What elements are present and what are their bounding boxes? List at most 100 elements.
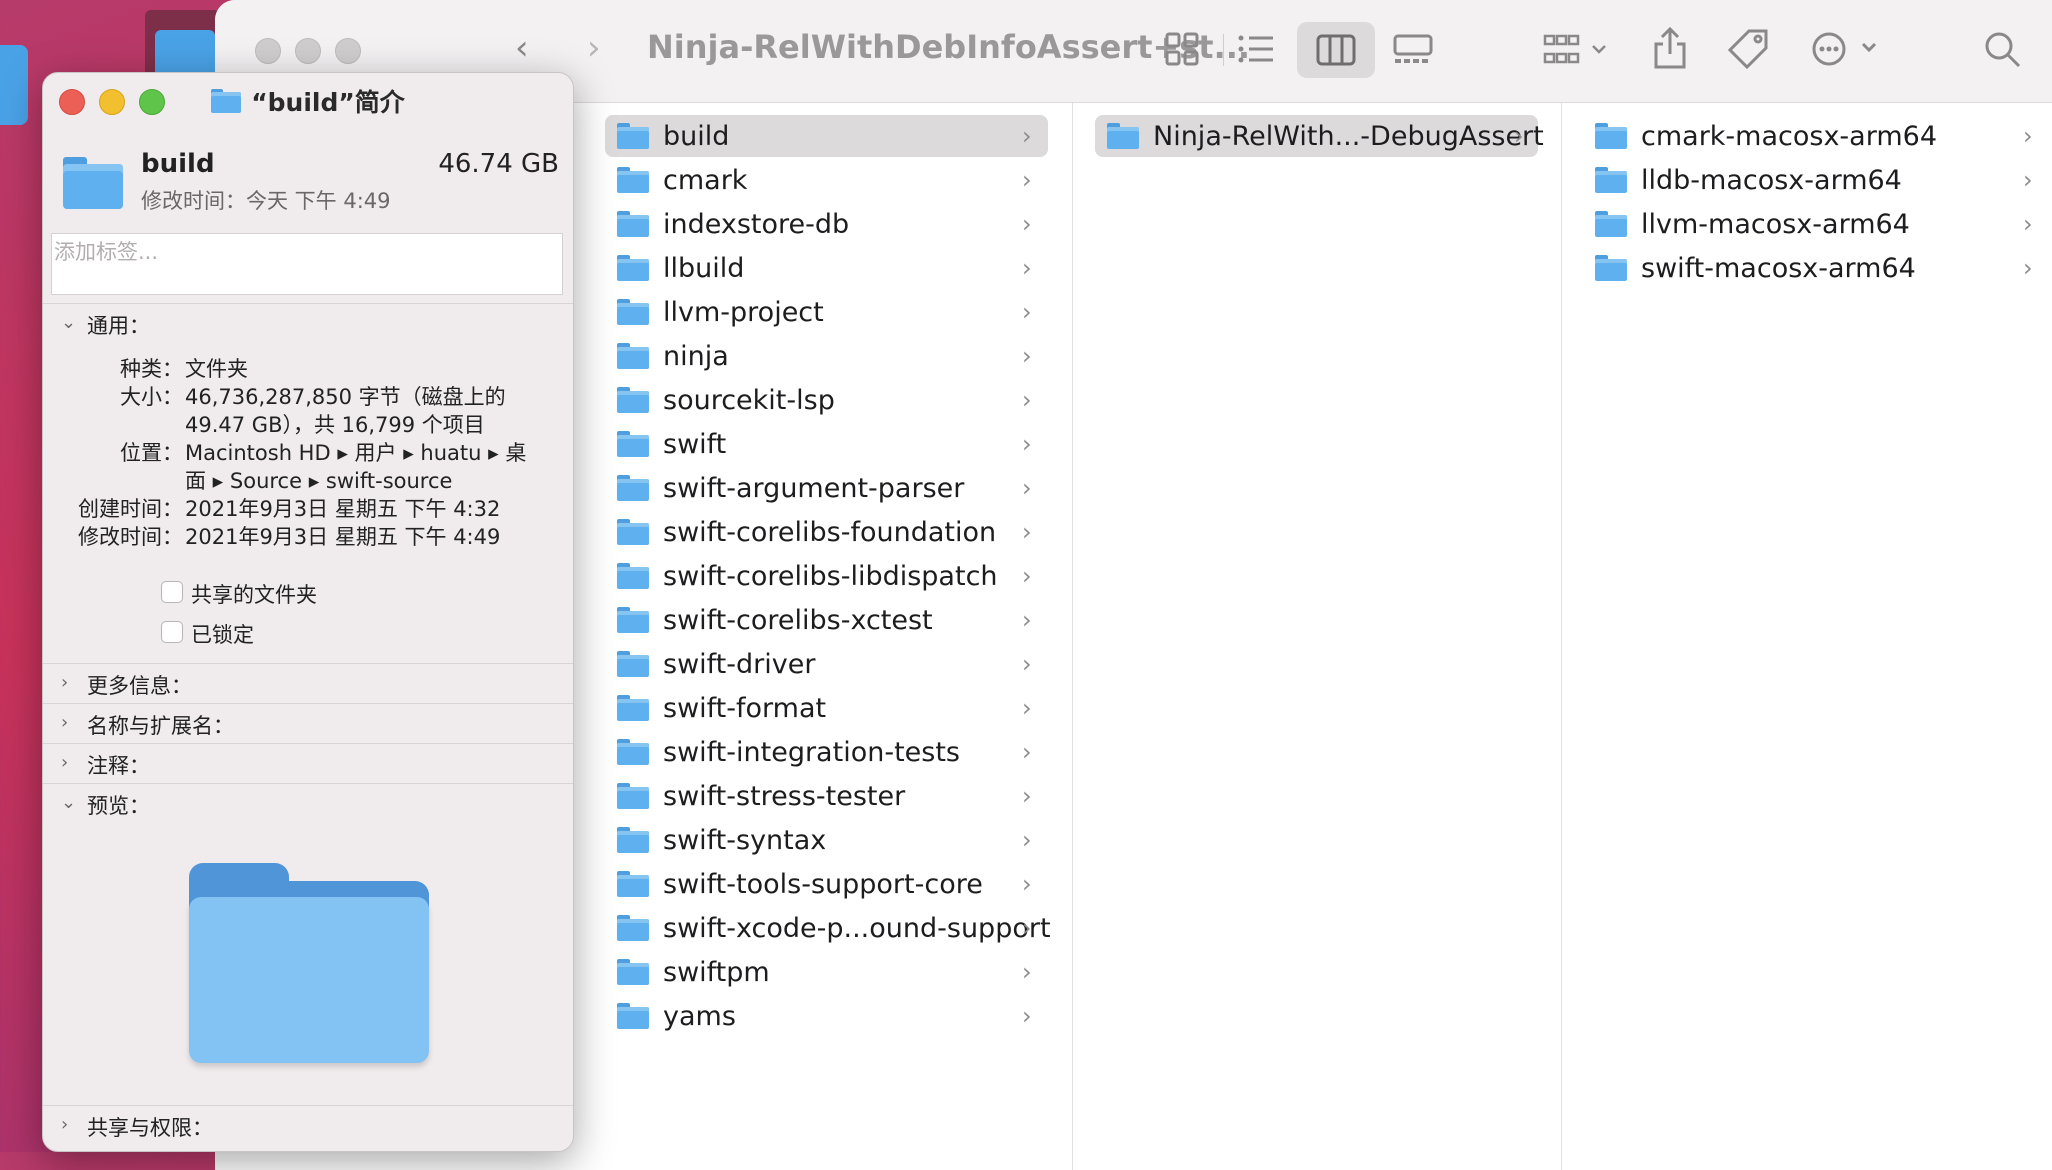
info-title-bar: “build”简介 (43, 73, 573, 129)
folder-icon (1595, 211, 1627, 237)
forward-icon[interactable]: › (587, 28, 601, 68)
zoom-button[interactable] (335, 38, 361, 64)
tags-input[interactable]: 添加标签... (51, 233, 563, 295)
folder-name: swiftpm (663, 956, 770, 988)
folder-icon (617, 123, 649, 149)
comments-section[interactable]: › 注释： (43, 743, 573, 784)
folder-name: swift-macosx-arm64 (1641, 252, 1916, 284)
folder-icon (617, 827, 649, 853)
more-icon[interactable] (1811, 30, 1881, 68)
locked-label: 已锁定 (191, 623, 254, 647)
close-button[interactable] (255, 38, 281, 64)
created-label: 创建时间： (78, 497, 183, 521)
folder-row[interactable]: build › (605, 115, 1048, 157)
folder-name: swift-tools-support-core (663, 868, 983, 900)
folder-row[interactable]: swift-integration-tests › (605, 731, 1048, 773)
tag-icon[interactable] (1727, 28, 1769, 70)
folder-row[interactable]: swift-corelibs-xctest › (605, 599, 1048, 641)
icon-view-icon[interactable] (1165, 32, 1199, 66)
folder-row[interactable]: swift-corelibs-libdispatch › (605, 555, 1048, 597)
folder-row[interactable]: swift-xcode-p...ound-support › (605, 907, 1051, 949)
shared-folder-checkbox[interactable] (161, 581, 183, 603)
info-title: “build”简介 (251, 88, 405, 117)
back-icon[interactable]: ‹ (515, 28, 529, 68)
folder-name: swift-format (663, 692, 827, 724)
folder-icon (1595, 255, 1627, 281)
folder-icon (617, 607, 649, 633)
folder-row[interactable]: cmark-macosx-arm64 › (1583, 115, 2043, 157)
folder-row[interactable]: swift-macosx-arm64 › (1583, 247, 2043, 289)
folder-row[interactable]: llbuild › (605, 247, 1048, 289)
search-icon[interactable] (1983, 30, 2023, 70)
folder-name: lldb-macosx-arm64 (1641, 164, 1902, 196)
column-divider[interactable] (1561, 103, 1562, 1170)
folder-row[interactable]: swift-stress-tester › (605, 775, 1048, 817)
folder-row[interactable]: swift-argument-parser › (605, 467, 1048, 509)
desktop-folder-icon[interactable] (0, 45, 28, 125)
chevron-right-icon: › (1022, 166, 1032, 194)
file-size: 46.74 GB (438, 149, 559, 179)
modified-value: 2021年9月3日 星期五 下午 4:49 (185, 525, 501, 549)
folder-row[interactable]: sourcekit-lsp › (605, 379, 1048, 421)
folder-name: sourcekit-lsp (663, 384, 835, 416)
folder-row[interactable]: indexstore-db › (605, 203, 1048, 245)
locked-checkbox[interactable] (161, 621, 183, 643)
chevron-right-icon: › (61, 1114, 69, 1135)
folder-row[interactable]: swift-tools-support-core › (605, 863, 1048, 905)
folder-row[interactable]: swift › (605, 423, 1048, 465)
folder-icon (211, 89, 242, 113)
folder-row[interactable]: llvm-macosx-arm64 › (1583, 203, 2043, 245)
folder-row[interactable]: ninja › (605, 335, 1048, 377)
folder-row[interactable]: swift-driver › (605, 643, 1048, 685)
folder-row[interactable]: swift-syntax › (605, 819, 1048, 861)
more-info-section[interactable]: › 更多信息： (43, 663, 573, 704)
size-value-cont: 49.47 GB），共 16,799 个项目 (185, 413, 485, 437)
chevron-right-icon: › (1022, 694, 1032, 722)
folder-icon (617, 299, 649, 325)
folder-name: swift (663, 428, 727, 460)
folder-row[interactable]: swift-format › (605, 687, 1048, 729)
modified-label: 修改时间： (78, 525, 183, 549)
folder-icon (617, 695, 649, 721)
chevron-right-icon: › (1022, 122, 1032, 150)
folder-row[interactable]: yams › (605, 995, 1048, 1037)
folder-icon (617, 563, 649, 589)
folder-name: swift-syntax (663, 824, 827, 856)
column-view-icon[interactable] (1316, 34, 1356, 66)
folder-name: swift-stress-tester (663, 780, 906, 812)
folder-row[interactable]: Ninja-RelWith...-DebugAssert › (1095, 115, 1544, 157)
chevron-right-icon: › (2023, 122, 2033, 150)
chevron-right-icon: › (2023, 166, 2033, 194)
folder-row[interactable]: swiftpm › (605, 951, 1048, 993)
folder-icon (1595, 167, 1627, 193)
minimize-button[interactable] (295, 38, 321, 64)
folder-icon (617, 651, 649, 677)
folder-name: swift-corelibs-libdispatch (663, 560, 998, 592)
folder-icon (1595, 123, 1627, 149)
chevron-right-icon: › (1022, 210, 1032, 238)
folder-row[interactable]: swift-corelibs-foundation › (605, 511, 1048, 553)
group-icon[interactable] (1543, 32, 1613, 68)
chevron-right-icon: › (61, 712, 69, 733)
chevron-right-icon: › (1022, 254, 1032, 282)
sharing-permissions-section[interactable]: › 共享与权限： (43, 1105, 573, 1146)
name-extension-section[interactable]: › 名称与扩展名： (43, 703, 573, 744)
preview-section[interactable]: ⌄ 预览： (43, 783, 573, 824)
gallery-view-icon[interactable] (1393, 34, 1433, 66)
folder-name: swift-corelibs-foundation (663, 516, 997, 548)
share-icon[interactable] (1653, 26, 1687, 70)
chevron-right-icon: › (1022, 958, 1032, 986)
folder-name: cmark (663, 164, 748, 196)
folder-row[interactable]: lldb-macosx-arm64 › (1583, 159, 2043, 201)
folder-row[interactable]: cmark › (605, 159, 1048, 201)
general-section[interactable]: ⌄ 通用： (43, 303, 573, 344)
folder-row[interactable]: llvm-project › (605, 291, 1048, 333)
folder-icon (617, 387, 649, 413)
folder-icon (617, 167, 649, 193)
folder-icon (617, 211, 649, 237)
list-view-icon[interactable] (1237, 34, 1275, 64)
column-divider[interactable] (1072, 103, 1073, 1170)
chevron-right-icon: › (1022, 562, 1032, 590)
chevron-down-icon: ⌄ (61, 312, 77, 333)
folder-name: swift-corelibs-xctest (663, 604, 933, 636)
